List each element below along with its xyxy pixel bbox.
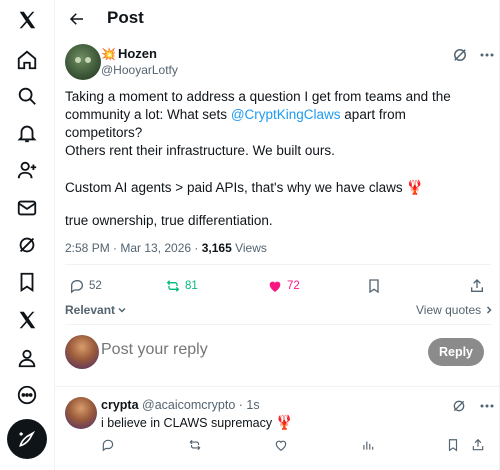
chevron-down-icon [118,307,126,313]
reply-submit-button[interactable]: Reply [428,338,484,366]
comment-reply-button[interactable] [101,434,115,456]
post-timestamp[interactable]: 2:58 PM · Mar 13, 2026 · [65,241,202,255]
author-handle[interactable]: @HooyarLotfy [101,63,178,77]
views-chart-icon [363,441,374,450]
reply-icon [71,280,83,294]
post-action-bar: 52 81 72 [55,275,500,297]
compose-post-button[interactable] [7,419,47,459]
more-options-icon[interactable] [479,401,495,411]
post-paragraph-3: Custom AI agents > paid APIs, that's why… [65,179,424,195]
reply-button[interactable]: 52 [69,275,102,297]
back-arrow-icon[interactable] [63,5,91,33]
notifications-icon[interactable] [8,115,46,151]
comment-action-bar [55,436,500,454]
post-meta: 2:58 PM · Mar 13, 2026 · 3,165 Views [65,241,267,255]
profile-icon[interactable] [8,340,46,376]
bookmark-icon [448,439,458,452]
repost-count: 81 [185,280,198,292]
lobster-emoji: 🦞 [275,414,294,430]
comment-text: i believe in CLAWS supremacy 🦞 [101,414,293,431]
views-count: 3,165 [201,241,232,255]
share-button[interactable] [469,275,485,297]
reply-count: 52 [89,280,102,292]
heart-icon [275,440,287,451]
x-logo-icon[interactable] [8,2,46,38]
view-quotes-link[interactable]: View quotes [416,303,494,317]
views-label: Views [231,241,267,255]
comment-views-button[interactable] [361,434,375,456]
more-options-icon[interactable] [479,50,495,60]
comment-bookmark-button[interactable] [446,434,460,456]
post-paragraph-4: true ownership, true differentiation. [65,213,273,228]
chevron-right-icon [487,306,492,314]
sort-relevant-dropdown[interactable]: Relevant [65,303,127,317]
follow-icon[interactable] [8,152,46,188]
more-icon[interactable] [8,377,46,413]
share-icon [472,438,484,451]
bookmarks-icon[interactable] [8,264,46,300]
post-paragraph-2: Others rent their infrastructure. We bui… [65,143,335,158]
repost-icon [166,280,180,292]
messages-icon[interactable] [8,190,46,226]
comment-like-button[interactable] [274,434,288,456]
post-paragraph-1: Taking a moment to address a question I … [65,89,451,140]
repost-icon [189,439,201,451]
like-count: 72 [287,280,300,292]
lobster-emoji: 🦞 [406,179,424,195]
grok-icon[interactable] [8,227,46,263]
comment-repost-button[interactable] [188,434,202,456]
author-display-name: Hozen [117,46,157,61]
bookmark-button[interactable] [366,275,382,297]
comment-header: crypta @acaicomcrypto · 1s [101,398,260,412]
current-user-avatar[interactable] [65,335,99,369]
premium-x-icon[interactable] [8,302,46,338]
grok-explain-icon[interactable] [451,398,467,414]
repost-button[interactable]: 81 [165,275,198,297]
bookmark-icon [369,279,379,294]
comment-body: i believe in CLAWS supremacy [101,416,276,430]
view-quotes-label: View quotes [416,303,482,317]
heart-icon [269,281,281,292]
comment-time[interactable]: · 1s [235,398,260,412]
like-button[interactable]: 72 [267,275,300,297]
comment-share-button[interactable] [471,434,485,456]
commenter-name[interactable]: crypta [101,398,139,412]
sort-label: Relevant [65,303,116,317]
search-icon[interactable] [8,78,46,114]
divider [55,386,500,387]
reply-input[interactable] [101,341,401,359]
home-icon[interactable] [8,42,46,78]
top-bar: Post [55,0,500,38]
author-emoji: 💥 [101,46,116,61]
commenter-avatar[interactable] [65,397,97,429]
page-title: Post [107,8,144,27]
divider [65,324,491,325]
commenter-handle[interactable]: @acaicomcrypto [142,398,235,412]
mention-link[interactable]: @CryptKingClaws [231,107,341,122]
main-column: Post 💥 Hozen @HooyarLotfy Taking a momen… [54,0,500,470]
divider [65,264,491,265]
grok-explain-icon[interactable] [451,46,469,64]
left-nav [0,0,54,470]
author-name[interactable]: 💥 Hozen [101,46,157,61]
reply-icon [102,439,114,452]
author-avatar[interactable] [65,44,101,80]
share-icon [471,279,483,292]
